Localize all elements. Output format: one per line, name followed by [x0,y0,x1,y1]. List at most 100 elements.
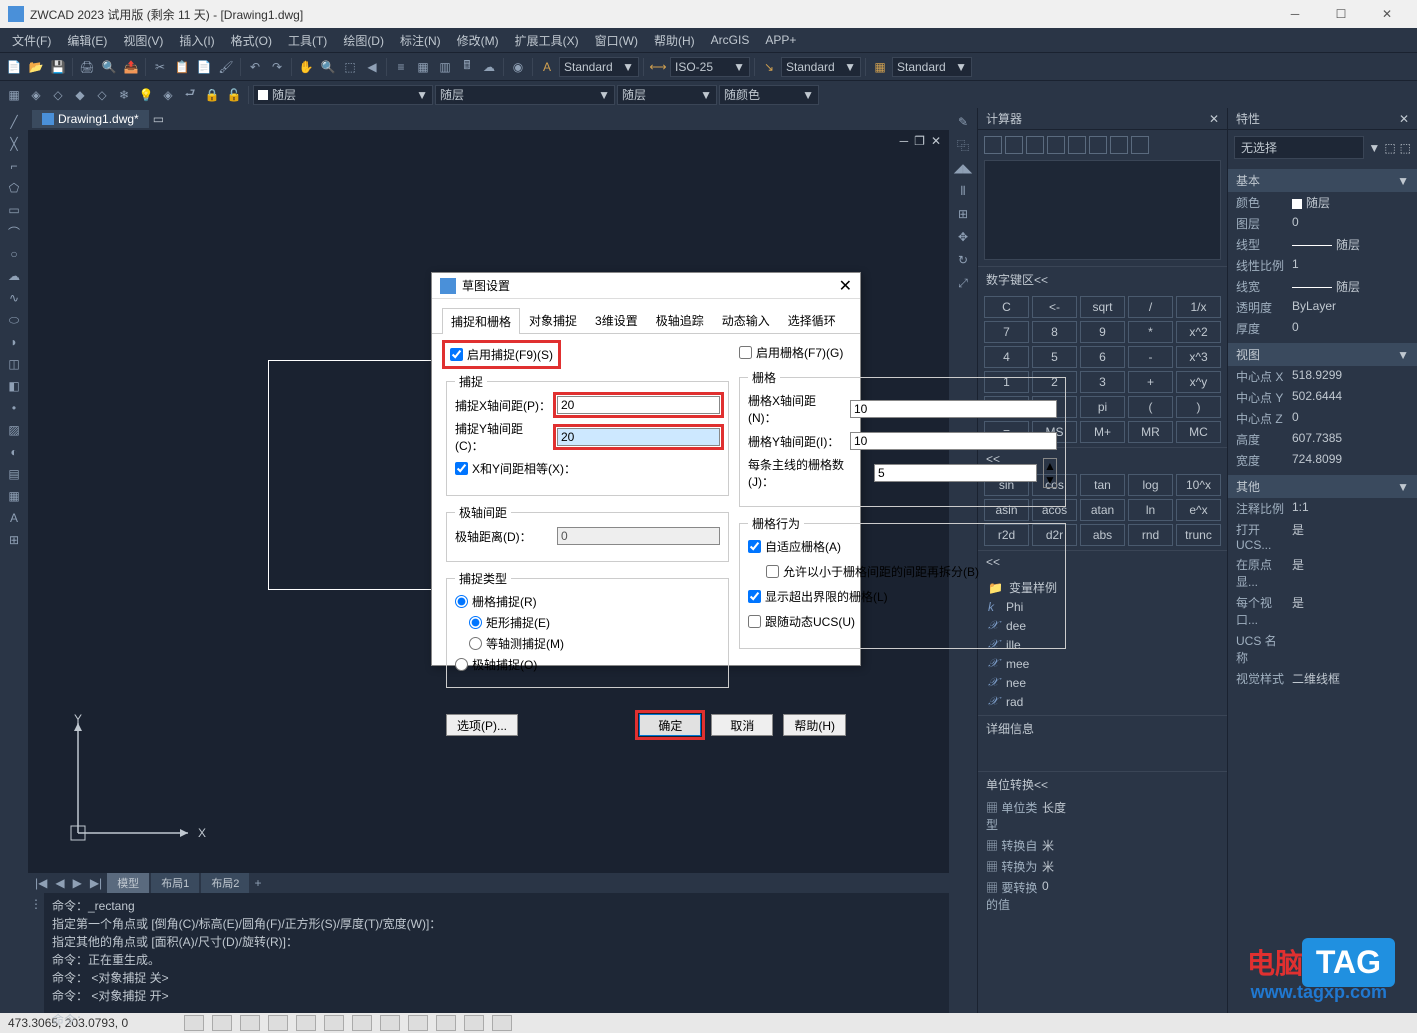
property-row[interactable]: 中心点 Z0 [1228,408,1417,429]
key-pow[interactable]: x^y [1176,371,1221,393]
layer-freeze-icon[interactable]: ❄ [114,85,134,105]
command-input[interactable]: 命令： [52,1011,941,1029]
key-c[interactable]: C [984,296,1029,318]
pan-icon[interactable]: ✋ [296,57,316,77]
key-mr[interactable]: MR [1128,421,1173,443]
menu-edit[interactable]: 编辑(E) [59,32,115,49]
layer-combo[interactable]: 随层▼ [253,85,433,105]
calc-icon[interactable]: 🖩 [457,57,477,77]
grid-y-input[interactable] [850,432,1057,450]
key-sub[interactable]: - [1128,346,1173,368]
preview-icon[interactable]: 🔍 [99,57,119,77]
doc-tab[interactable]: Drawing1.dwg* [32,110,149,128]
selection-combo[interactable]: 无选择▼ ⬚ ⬚ [1234,136,1411,159]
property-row[interactable]: 中心点 Y502.6444 [1228,387,1417,408]
key-cube[interactable]: x^3 [1176,346,1221,368]
property-row[interactable]: 厚度0 [1228,318,1417,339]
linetype-combo[interactable]: 随层▼ [617,85,717,105]
group-basic[interactable]: 基本▼ [1228,169,1417,192]
key-ln[interactable]: ln [1128,499,1173,521]
key-10x[interactable]: 10^x [1176,474,1221,496]
text-style-combo[interactable]: Standard▼ [559,57,639,77]
rotate-icon[interactable]: ↻ [951,250,975,270]
design-center-icon[interactable]: ▦ [413,57,433,77]
calc-keypad-section[interactable]: 数字键区<< [978,266,1227,292]
mdi-restore-icon[interactable]: ❐ [914,134,925,148]
tool-palette-icon[interactable]: ▥ [435,57,455,77]
layer-uniso-icon[interactable]: ◇ [92,85,112,105]
property-row[interactable]: 线宽随层 [1228,276,1417,297]
pick-add-icon[interactable]: ⬚ [1400,141,1411,155]
zoom-icon[interactable]: 🔍 [318,57,338,77]
block-icon[interactable]: ◫ [2,354,26,374]
open-icon[interactable]: 📂 [26,57,46,77]
calc-dist-icon[interactable] [1068,136,1086,154]
copy-obj-icon[interactable]: ⿻ [951,135,975,155]
save-icon[interactable]: 💾 [48,57,68,77]
rect-icon[interactable]: ▭ [2,200,26,220]
pline-icon[interactable]: ⌐ [2,156,26,176]
mleader-style-combo[interactable]: Standard▼ [781,57,861,77]
menu-dim[interactable]: 标注(N) [392,32,449,49]
layer-prop-icon[interactable]: ▦ [4,85,24,105]
color-combo[interactable]: 随层▼ [435,85,615,105]
menu-modify[interactable]: 修改(M) [449,32,507,49]
key-inv[interactable]: 1/x [1176,296,1221,318]
property-row[interactable]: 宽度724.8099 [1228,450,1417,471]
menu-help[interactable]: 帮助(H) [646,32,703,49]
menu-tools[interactable]: 工具(T) [280,32,335,49]
enable-grid-checkbox[interactable]: 启用栅格(F7)(G) [739,344,1066,361]
table-icon[interactable]: ▦ [870,57,890,77]
cancel-button[interactable]: 取消 [711,714,773,736]
undo-icon[interactable]: ↶ [245,57,265,77]
offset-icon[interactable]: ⫴ [951,181,975,201]
key-mc[interactable]: MC [1176,421,1221,443]
zoom-prev-icon[interactable]: ◀ [362,57,382,77]
tab-polar[interactable]: 极轴追踪 [647,307,713,333]
tab-layout2[interactable]: 布局2 [201,873,249,893]
mleader-icon[interactable]: ↘ [759,57,779,77]
equal-spacing-checkbox[interactable]: X和Y间距相等(X)： [455,460,720,477]
calc-hist-icon[interactable] [1005,136,1023,154]
key-sqrt[interactable]: sqrt [1080,296,1125,318]
layer-unlock-icon[interactable]: 🔓 [224,85,244,105]
calc-paste-icon[interactable] [1026,136,1044,154]
property-row[interactable]: 在原点显...是 [1228,554,1417,592]
follow-ucs-checkbox[interactable]: 跟随动态UCS(U) [748,613,1057,630]
calc-get-icon[interactable] [1047,136,1065,154]
new-tab-icon[interactable]: ▭ [153,112,164,126]
key-8[interactable]: 8 [1032,321,1077,343]
tab-add-icon[interactable]: + [251,876,264,890]
key-rnd[interactable]: rnd [1128,524,1173,546]
region-icon[interactable]: ▤ [2,464,26,484]
props-close-icon[interactable]: ✕ [1399,112,1409,126]
key-tan[interactable]: tan [1080,474,1125,496]
property-row[interactable]: 每个视口...是 [1228,592,1417,630]
redo-icon[interactable]: ↷ [267,57,287,77]
close-button[interactable]: ✕ [1365,3,1409,25]
mirror-icon[interactable]: ◢◣ [951,158,975,178]
key-mul[interactable]: * [1128,321,1173,343]
menu-format[interactable]: 格式(O) [223,32,280,49]
help-button[interactable]: 帮助(H) [783,714,846,736]
publish-icon[interactable]: 📤 [121,57,141,77]
xline-icon[interactable]: ╳ [2,134,26,154]
print-icon[interactable]: 🖨 [77,57,97,77]
unit-conv-section[interactable]: 单位转换<< [978,771,1227,797]
ok-button[interactable]: 确定 [639,714,701,736]
key-9[interactable]: 9 [1080,321,1125,343]
property-row[interactable]: 颜色随层 [1228,192,1417,213]
spinner-down-icon[interactable]: ▼ [1044,473,1056,487]
calc-close-icon[interactable]: ✕ [1209,112,1219,126]
options-button[interactable]: 选项(P)... [446,714,518,736]
key-div[interactable]: / [1128,296,1173,318]
layer-walk-icon[interactable]: ◇ [48,85,68,105]
tab-first-icon[interactable]: |◀ [32,876,50,890]
tab-cycle[interactable]: 选择循环 [779,307,845,333]
tab-next-icon[interactable]: ▶ [70,876,85,890]
snap-y-input[interactable] [557,428,720,446]
key-atan[interactable]: atan [1080,499,1125,521]
move-icon[interactable]: ✥ [951,227,975,247]
menu-app[interactable]: APP+ [757,33,804,47]
menu-view[interactable]: 视图(V) [115,32,171,49]
